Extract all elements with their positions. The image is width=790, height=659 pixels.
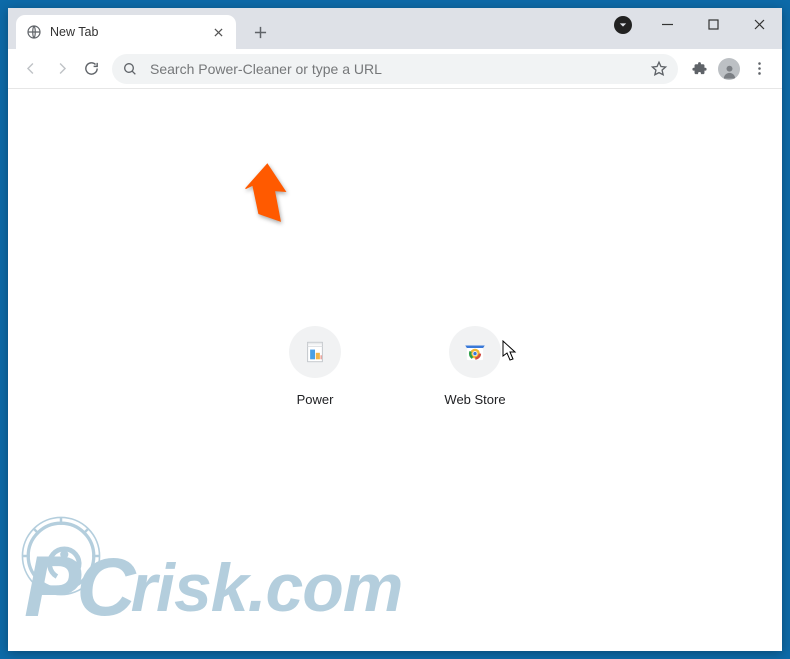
maximize-icon bbox=[708, 19, 719, 30]
minimize-button[interactable] bbox=[644, 8, 690, 40]
address-bar-placeholder: Search Power-Cleaner or type a URL bbox=[150, 61, 650, 77]
window-controls bbox=[644, 8, 782, 40]
chevron-down-icon bbox=[619, 21, 627, 29]
globe-icon bbox=[26, 24, 42, 40]
kebab-icon bbox=[751, 60, 768, 77]
new-tab-button[interactable] bbox=[246, 18, 274, 46]
minimize-icon bbox=[662, 19, 673, 30]
tab-new-tab[interactable]: New Tab bbox=[16, 15, 236, 49]
maximize-button[interactable] bbox=[690, 8, 736, 40]
shortcut-web-store[interactable]: Web Store bbox=[419, 326, 531, 407]
browser-window: New Tab bbox=[8, 8, 782, 651]
reload-icon bbox=[83, 60, 100, 77]
arrow-annotation bbox=[230, 162, 300, 232]
close-icon bbox=[214, 28, 223, 37]
shortcut-label: Web Store bbox=[444, 392, 505, 407]
puzzle-icon bbox=[691, 60, 708, 77]
back-button[interactable] bbox=[16, 54, 46, 84]
plus-icon bbox=[254, 26, 267, 39]
close-tab-button[interactable] bbox=[210, 24, 226, 40]
star-icon bbox=[650, 60, 668, 78]
close-window-button[interactable] bbox=[736, 8, 782, 40]
arrow-right-icon bbox=[53, 60, 70, 77]
shortcut-power[interactable]: Power bbox=[259, 326, 371, 407]
close-icon bbox=[754, 19, 765, 30]
person-icon bbox=[718, 58, 740, 80]
extensions-button[interactable] bbox=[684, 54, 714, 84]
shortcut-icon bbox=[289, 326, 341, 378]
forward-button[interactable] bbox=[46, 54, 76, 84]
media-control-button[interactable] bbox=[614, 16, 632, 34]
profile-button[interactable] bbox=[714, 54, 744, 84]
shortcuts-row: Power Web Store bbox=[259, 326, 531, 407]
bookmark-button[interactable] bbox=[650, 60, 668, 78]
reload-button[interactable] bbox=[76, 54, 106, 84]
toolbar: Search Power-Cleaner or type a URL bbox=[8, 49, 782, 89]
arrow-left-icon bbox=[23, 60, 40, 77]
search-icon bbox=[122, 61, 138, 77]
address-bar[interactable]: Search Power-Cleaner or type a URL bbox=[112, 54, 678, 84]
toolbar-right bbox=[684, 54, 774, 84]
shortcut-icon bbox=[449, 326, 501, 378]
tab-title: New Tab bbox=[50, 25, 210, 39]
tab-strip: New Tab bbox=[8, 8, 782, 49]
menu-button[interactable] bbox=[744, 54, 774, 84]
shortcut-label: Power bbox=[297, 392, 334, 407]
new-tab-page: Power Web Store bbox=[8, 89, 782, 651]
